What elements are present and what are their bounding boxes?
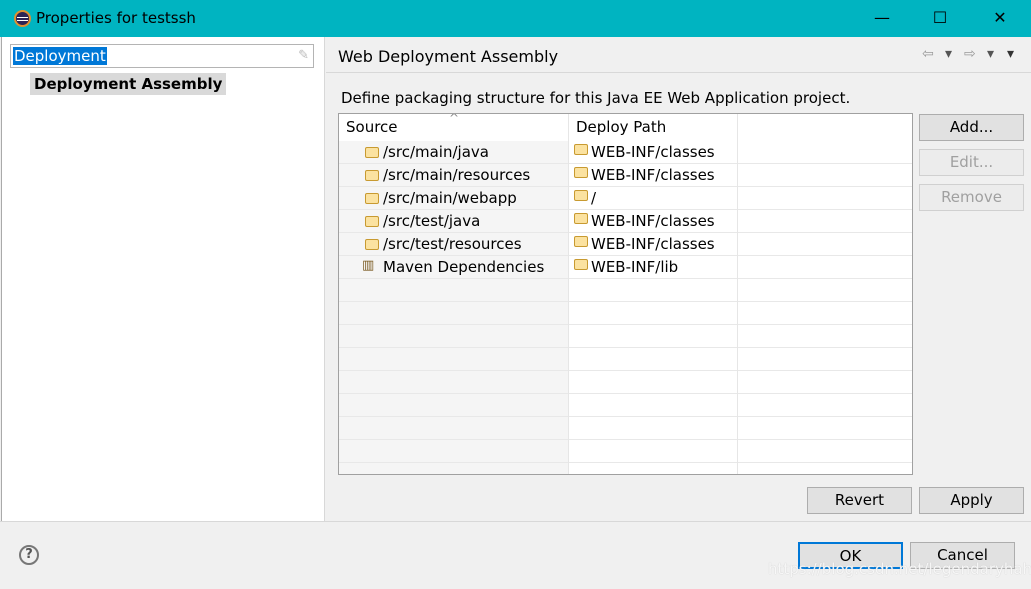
source-cell-bg bbox=[339, 348, 569, 370]
folder-icon bbox=[365, 193, 379, 204]
deploy-path-cell: WEB-INF/classes bbox=[591, 166, 715, 184]
deploy-path-cell: / bbox=[591, 189, 597, 207]
close-button[interactable]: ✕ bbox=[980, 6, 1020, 30]
source-cell: Maven Dependencies bbox=[383, 258, 545, 276]
source-cell-bg bbox=[339, 440, 569, 462]
source-cell: /src/test/resources bbox=[383, 235, 522, 253]
back-menu-icon[interactable]: ▾ bbox=[945, 46, 952, 62]
deploy-path-cell: WEB-INF/classes bbox=[591, 143, 715, 161]
filter-text: Deployment bbox=[13, 47, 107, 65]
table-row[interactable] bbox=[339, 325, 912, 348]
folder-icon bbox=[365, 170, 379, 181]
watermark: https://blog.csdn.net/legendaryhaha bbox=[768, 560, 1031, 578]
table-row[interactable]: /src/main/java WEB-INF/classes bbox=[339, 141, 912, 164]
edit-button[interactable]: Edit... bbox=[919, 149, 1024, 176]
source-cell-bg bbox=[339, 279, 569, 301]
source-cell-bg bbox=[339, 463, 569, 474]
folder-icon bbox=[574, 259, 588, 270]
source-cell: /src/main/resources bbox=[383, 166, 531, 184]
help-icon[interactable]: ? bbox=[19, 545, 39, 565]
table-row[interactable]: /src/main/resources WEB-INF/classes bbox=[339, 164, 912, 187]
column-header-deploy-path[interactable]: Deploy Path bbox=[569, 114, 666, 141]
column-header-source[interactable]: Source bbox=[339, 114, 398, 141]
source-cell: /src/test/java bbox=[383, 212, 481, 230]
eclipse-icon bbox=[14, 10, 31, 27]
back-arrow-icon[interactable]: ⇦ bbox=[922, 46, 934, 62]
source-cell-bg bbox=[339, 302, 569, 324]
page-title: Web Deployment Assembly bbox=[338, 47, 559, 66]
column-divider bbox=[568, 114, 569, 474]
folder-icon bbox=[574, 236, 588, 247]
table-row[interactable]: /src/test/java WEB-INF/classes bbox=[339, 210, 912, 233]
filter-input[interactable]: Deployment ✎ bbox=[10, 44, 314, 68]
column-divider bbox=[737, 114, 738, 474]
table-row[interactable] bbox=[339, 302, 912, 325]
page-description: Define packaging structure for this Java… bbox=[341, 89, 851, 107]
table-row[interactable] bbox=[339, 348, 912, 371]
folder-icon bbox=[365, 147, 379, 158]
sort-indicator-icon: ^ bbox=[449, 113, 460, 125]
table-row[interactable]: ▥ Maven Dependencies WEB-INF/lib bbox=[339, 256, 912, 279]
window-title: Properties for testssh bbox=[36, 9, 196, 27]
tree-item-deployment-assembly[interactable]: Deployment Assembly bbox=[30, 73, 227, 95]
folder-icon bbox=[574, 144, 588, 155]
folder-icon bbox=[574, 167, 588, 178]
table-row[interactable] bbox=[339, 463, 912, 474]
remove-button[interactable]: Remove bbox=[919, 184, 1024, 211]
deploy-path-cell: WEB-INF/classes bbox=[591, 235, 715, 253]
table-row[interactable]: /src/main/webapp / bbox=[339, 187, 912, 210]
column-header-blank[interactable] bbox=[738, 114, 745, 141]
source-cell-bg bbox=[339, 417, 569, 439]
forward-arrow-icon[interactable]: ⇨ bbox=[964, 46, 976, 62]
library-icon: ▥ bbox=[362, 258, 375, 273]
table-row[interactable] bbox=[339, 440, 912, 463]
table-row[interactable]: /src/test/resources WEB-INF/classes bbox=[339, 233, 912, 256]
add-button[interactable]: Add... bbox=[919, 114, 1024, 141]
eraser-icon[interactable]: ✎ bbox=[298, 48, 309, 63]
source-cell-bg bbox=[339, 394, 569, 416]
revert-button[interactable]: Revert bbox=[807, 487, 912, 514]
deploy-path-cell: WEB-INF/classes bbox=[591, 212, 715, 230]
view-menu-icon[interactable]: ▾ bbox=[1007, 46, 1014, 62]
source-cell: /src/main/webapp bbox=[383, 189, 517, 207]
source-cell-bg bbox=[339, 371, 569, 393]
forward-menu-icon[interactable]: ▾ bbox=[987, 46, 994, 62]
minimize-button[interactable]: — bbox=[862, 6, 902, 30]
deploy-path-cell: WEB-INF/lib bbox=[591, 258, 679, 276]
source-cell-bg bbox=[339, 325, 569, 347]
source-cell: /src/main/java bbox=[383, 143, 489, 161]
assembly-table[interactable]: Source ^ Deploy Path /src/main/java WEB-I… bbox=[338, 113, 913, 475]
folder-icon bbox=[574, 213, 588, 224]
apply-button[interactable]: Apply bbox=[919, 487, 1024, 514]
table-row[interactable] bbox=[339, 394, 912, 417]
folder-icon bbox=[365, 239, 379, 250]
table-row[interactable] bbox=[339, 371, 912, 394]
table-row[interactable] bbox=[339, 279, 912, 302]
table-row[interactable] bbox=[339, 417, 912, 440]
left-panel bbox=[1, 37, 325, 521]
folder-icon bbox=[574, 190, 588, 201]
folder-icon bbox=[365, 216, 379, 227]
maximize-button[interactable]: ☐ bbox=[920, 6, 960, 30]
divider bbox=[326, 72, 1031, 73]
